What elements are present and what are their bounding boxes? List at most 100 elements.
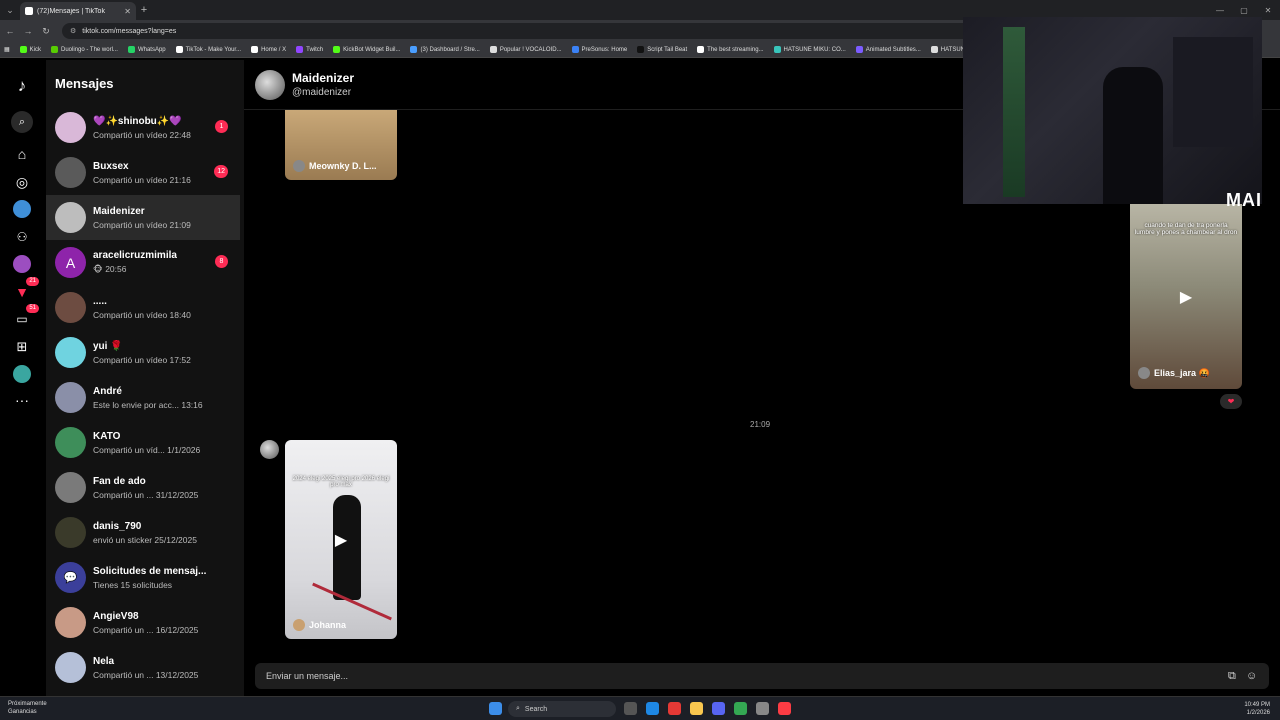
conversation-name: Solicitudes de mensaj... — [93, 565, 207, 577]
bookmark-item[interactable]: The best streaming... — [697, 46, 764, 53]
bookmark-item[interactable]: Home / X — [251, 46, 286, 53]
conversation-item[interactable]: Fan de ado Compartió un ... 31/12/2025 — [46, 465, 240, 510]
conversation-avatar: A — [55, 247, 86, 278]
message-input[interactable]: Enviar un mensaje... ⧉ ☺ — [255, 663, 1269, 689]
conversation-name: ..... — [93, 295, 107, 307]
bookmark-item[interactable]: WhatsApp — [127, 46, 166, 53]
bookmark-item[interactable]: Popular ! VOCALOID... — [489, 46, 562, 53]
bookmark-label: Popular ! VOCALOID... — [499, 46, 562, 53]
bookmark-item[interactable]: PreSonus: Home — [571, 46, 627, 53]
url-field[interactable]: ⚙ tiktok.com/messages?lang=es — [62, 23, 982, 39]
bookmark-item[interactable]: (3) Dashboard / Stre... — [410, 46, 480, 53]
conversation-item[interactable]: Nela Compartió un ... 13/12/2025 — [46, 645, 240, 690]
bookmark-item[interactable]: KickBot Widget Buil... — [333, 46, 400, 53]
chat-header-avatar[interactable] — [255, 70, 285, 100]
app-icon[interactable] — [668, 702, 681, 715]
chat-header-name[interactable]: Maidenizer — [292, 71, 354, 85]
video-author-name: Johanna — [309, 620, 347, 630]
bookmark-item[interactable]: Script Tail Beat — [637, 46, 687, 53]
forward-icon[interactable]: → — [22, 26, 34, 36]
tab-search-icon[interactable]: ⌄ — [0, 0, 20, 20]
video-caption: 2024 elegi 2025 elegi pro 2026 elegi pro… — [292, 476, 390, 488]
home-icon[interactable]: ⌂ — [11, 143, 33, 165]
conversation-name: yui 🌹 — [93, 340, 123, 352]
conversation-list: Mensajes 💜✨shinobu✨💜 Compartió un vídeo 2… — [46, 60, 287, 696]
chrome-icon[interactable] — [734, 702, 747, 715]
browser-tab[interactable]: (72)Mensajes | TikTok ✕ — [20, 2, 136, 20]
conversation-item[interactable]: Aaracelicruzmimila 🐵 20:56 8 — [46, 240, 240, 285]
activity-badge: 21 — [26, 277, 39, 286]
message-input-placeholder: Enviar un mensaje... — [266, 671, 349, 681]
conversation-item[interactable]: yui 🌹 Compartió un vídeo 17:52 — [46, 330, 240, 375]
upload-icon[interactable]: ⊞ — [11, 336, 33, 358]
conversation-preview: envió un sticker 25/12/2025 — [93, 534, 197, 545]
explore-icon[interactable]: ◎ — [11, 171, 33, 193]
following-icon[interactable] — [11, 198, 33, 220]
discord-icon[interactable] — [712, 702, 725, 715]
profile-icon[interactable] — [11, 363, 33, 385]
tiktok-logo-icon[interactable]: ♪ — [11, 75, 33, 97]
conversation-item[interactable]: AngieV98 Compartió un ... 16/12/2025 — [46, 600, 240, 645]
site-info-icon[interactable]: ⚙ — [70, 27, 76, 35]
file-explorer-icon[interactable] — [690, 702, 703, 715]
messages-icon[interactable]: ▭ 51 — [11, 304, 39, 330]
settings-icon[interactable] — [756, 702, 769, 715]
chair-shape — [1103, 67, 1163, 204]
apps-icon[interactable]: ▦ — [4, 46, 10, 53]
search-icon[interactable]: ⌕ — [11, 111, 33, 133]
heart-reaction-icon[interactable]: ❤ — [1220, 394, 1242, 409]
video-author: Meownky D. L... — [293, 160, 377, 172]
play-icon[interactable]: ▶ — [335, 530, 347, 550]
bookmark-item[interactable]: TikTok - Make Your... — [175, 46, 241, 53]
conversation-item[interactable]: KATO Compartió un víd... 1/1/2026 — [46, 420, 240, 465]
conversation-name: Nela — [93, 655, 115, 667]
live-icon[interactable] — [11, 253, 33, 275]
new-tab-button[interactable]: + — [136, 4, 152, 16]
reload-icon[interactable]: ↻ — [40, 26, 52, 37]
gif-icon[interactable]: ⧉ — [1228, 670, 1236, 683]
sender-avatar[interactable] — [260, 440, 279, 459]
conversation-item[interactable]: André Este lo envie por acc... 13:16 — [46, 375, 240, 420]
task-view-icon[interactable] — [624, 702, 637, 715]
conversation-text: ..... Compartió un vídeo 18:40 — [93, 296, 191, 320]
conversation-item[interactable]: Maidenizer Compartió un vídeo 21:09 — [46, 195, 240, 240]
shared-video-card[interactable]: Meownky D. L... — [285, 110, 397, 180]
conversation-item[interactable]: ..... Compartió un vídeo 18:40 — [46, 285, 240, 330]
music-icon[interactable] — [778, 702, 791, 715]
friends-icon[interactable]: ⚇ — [11, 226, 33, 248]
conversation-text: yui 🌹 Compartió un vídeo 17:52 — [93, 341, 191, 365]
conversation-item[interactable]: Buxsex Compartió un vídeo 21:16 12 — [46, 150, 240, 195]
taskbar-search[interactable]: ⌕ Search — [508, 701, 616, 717]
conversation-name: André — [93, 385, 122, 397]
bookmark-item[interactable]: Kick — [19, 46, 42, 53]
start-icon[interactable] — [489, 702, 502, 715]
play-icon[interactable]: ▶ — [1180, 287, 1192, 307]
widgets-button[interactable]: Próximamente Ganancias — [8, 700, 47, 716]
bookmark-item[interactable]: Animated Subtitles... — [855, 46, 921, 53]
more-icon[interactable]: ··· — [11, 389, 33, 411]
bookmark-item[interactable]: Twitch — [296, 46, 323, 53]
clock-date: 1/2/2026 — [1246, 710, 1270, 716]
conversation-avatar — [55, 607, 86, 638]
activity-icon[interactable]: ▼ 21 — [11, 277, 39, 303]
bookmark-item[interactable]: HATSUNE MIKU: CO... — [773, 46, 846, 53]
conversation-item[interactable]: 💬 Solicitudes de mensaj... Tienes 15 solic… — [46, 555, 240, 600]
conversation-avatar — [55, 157, 86, 188]
bookmark-label: Duolingo - The worl... — [61, 46, 118, 53]
shared-video-card[interactable]: cuando te dan de tra ponerla lumbre y po… — [1130, 204, 1242, 389]
bookmark-item[interactable]: Duolingo - The worl... — [51, 46, 118, 53]
shared-video-card[interactable]: 2024 elegi 2025 elegi pro 2026 elegi pro… — [285, 440, 397, 639]
conversation-name: aracelicruzmimila — [93, 250, 177, 261]
back-icon[interactable]: ← — [4, 26, 16, 36]
taskbar-clock[interactable]: 10:49 PM 1/2/2026 — [1244, 701, 1270, 717]
close-tab-icon[interactable]: ✕ — [124, 7, 131, 16]
bookmark-label: WhatsApp — [137, 46, 166, 53]
bookmark-label: Kick — [29, 46, 42, 53]
conversation-item[interactable]: 💜✨shinobu✨💜 Compartió un vídeo 22:48 1 — [46, 105, 240, 150]
video-author: Johanna — [293, 619, 346, 631]
emoji-icon[interactable]: ☺ — [1246, 670, 1257, 682]
tab-title: (72)Mensajes | TikTok — [37, 7, 105, 15]
conversation-item[interactable]: danis_790 envió un sticker 25/12/2025 — [46, 510, 240, 555]
video-author-avatar — [293, 160, 305, 172]
mail-icon[interactable] — [646, 702, 659, 715]
